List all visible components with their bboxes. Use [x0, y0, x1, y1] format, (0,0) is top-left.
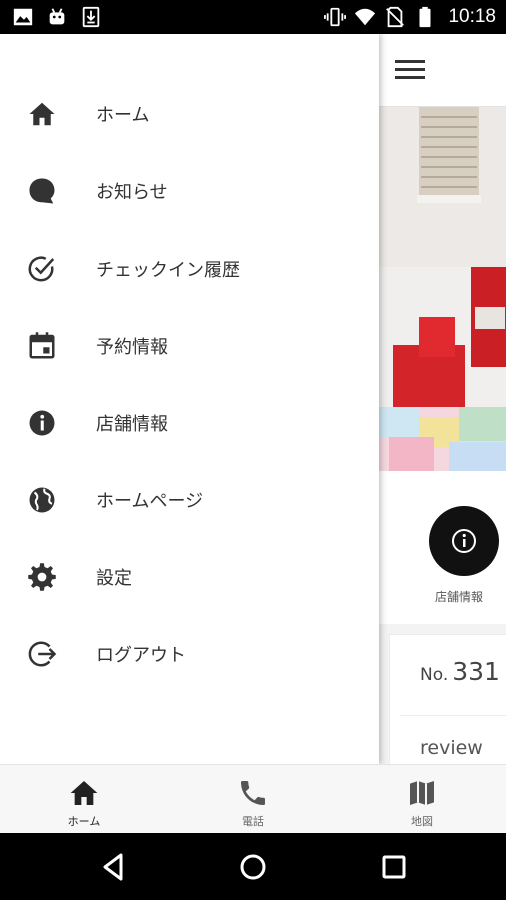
home-icon: [70, 781, 98, 805]
recents-icon[interactable]: [374, 847, 414, 887]
drawer-item-checkin-history[interactable]: チェックイン履歴: [0, 237, 379, 301]
hamburger-menu-icon[interactable]: [393, 56, 427, 84]
ticket-number: No. 331: [420, 657, 500, 686]
number-prefix: No.: [420, 665, 449, 685]
bottom-nav-home[interactable]: ホーム: [0, 765, 168, 834]
app-toolbar: [379, 34, 506, 107]
drawer-item-homepage[interactable]: ホームページ: [0, 468, 379, 532]
drawer-item-home[interactable]: ホーム: [0, 82, 379, 146]
drawer-item-reservation[interactable]: 予約情報: [0, 314, 379, 378]
bottom-nav-phone[interactable]: 電話: [169, 765, 337, 834]
shop-info-button[interactable]: [429, 506, 499, 576]
drawer-item-label: ログアウト: [96, 645, 186, 666]
review-link[interactable]: review: [420, 737, 483, 759]
drawer-item-shop-info[interactable]: 店舗情報: [0, 391, 379, 455]
info-icon: [452, 529, 476, 553]
bottom-nav-label: ホーム: [67, 815, 101, 828]
globe-icon: [29, 487, 55, 513]
image-icon: [13, 8, 33, 26]
phone-icon: [241, 781, 265, 805]
checkin-card: No. 331 review: [389, 634, 506, 764]
wifi-icon: [355, 8, 376, 26]
gear-icon: [28, 563, 56, 591]
calendar-icon: [29, 332, 55, 359]
android-icon: [49, 8, 65, 25]
vibrate-icon: [324, 7, 347, 27]
bottom-nav-label: 電話: [242, 815, 264, 828]
drawer-item-label: 店舗情報: [96, 414, 168, 435]
logout-icon: [28, 641, 57, 667]
drawer-item-label: お知らせ: [96, 182, 168, 203]
divider: [400, 715, 506, 716]
back-icon[interactable]: [93, 847, 133, 887]
navigation-drawer: ホーム お知らせ チェックイン履歴 予約情報 店舗情報 ホームページ 設定 ログ…: [0, 34, 379, 764]
bottom-nav-label: 地図: [411, 815, 433, 828]
clock: 10:18: [448, 6, 496, 27]
battery-icon: [419, 6, 431, 28]
drawer-item-news[interactable]: お知らせ: [0, 159, 379, 223]
shop-info-section: 店舗情報: [379, 471, 506, 624]
home-circle-icon[interactable]: [233, 847, 273, 887]
drawer-item-label: 設定: [96, 568, 132, 589]
shop-photo: [379, 107, 506, 471]
drawer-item-label: ホームページ: [96, 491, 204, 512]
number-value: 331: [452, 657, 500, 686]
shop-info-label: 店舗情報: [435, 590, 484, 604]
drawer-item-logout[interactable]: ログアウト: [0, 622, 379, 686]
drawer-item-label: ホーム: [96, 105, 150, 126]
drawer-item-label: 予約情報: [96, 337, 168, 358]
info-icon: [29, 410, 55, 436]
no-sim-icon: [386, 6, 405, 28]
chat-bubble-icon: [29, 178, 55, 204]
bottom-nav-map[interactable]: 地図: [338, 765, 506, 834]
map-icon: [410, 781, 434, 805]
download-icon: [82, 6, 100, 28]
bottom-navigation: ホーム 電話 地図: [0, 764, 506, 833]
home-icon: [29, 102, 55, 126]
system-navigation-bar: [0, 833, 506, 900]
check-circle-icon: [28, 256, 55, 282]
drawer-item-label: チェックイン履歴: [96, 260, 240, 281]
status-bar: 10:18: [0, 0, 506, 34]
drawer-item-settings[interactable]: 設定: [0, 545, 379, 609]
background-screen: 店舗情報 No. 331 review: [379, 34, 506, 764]
